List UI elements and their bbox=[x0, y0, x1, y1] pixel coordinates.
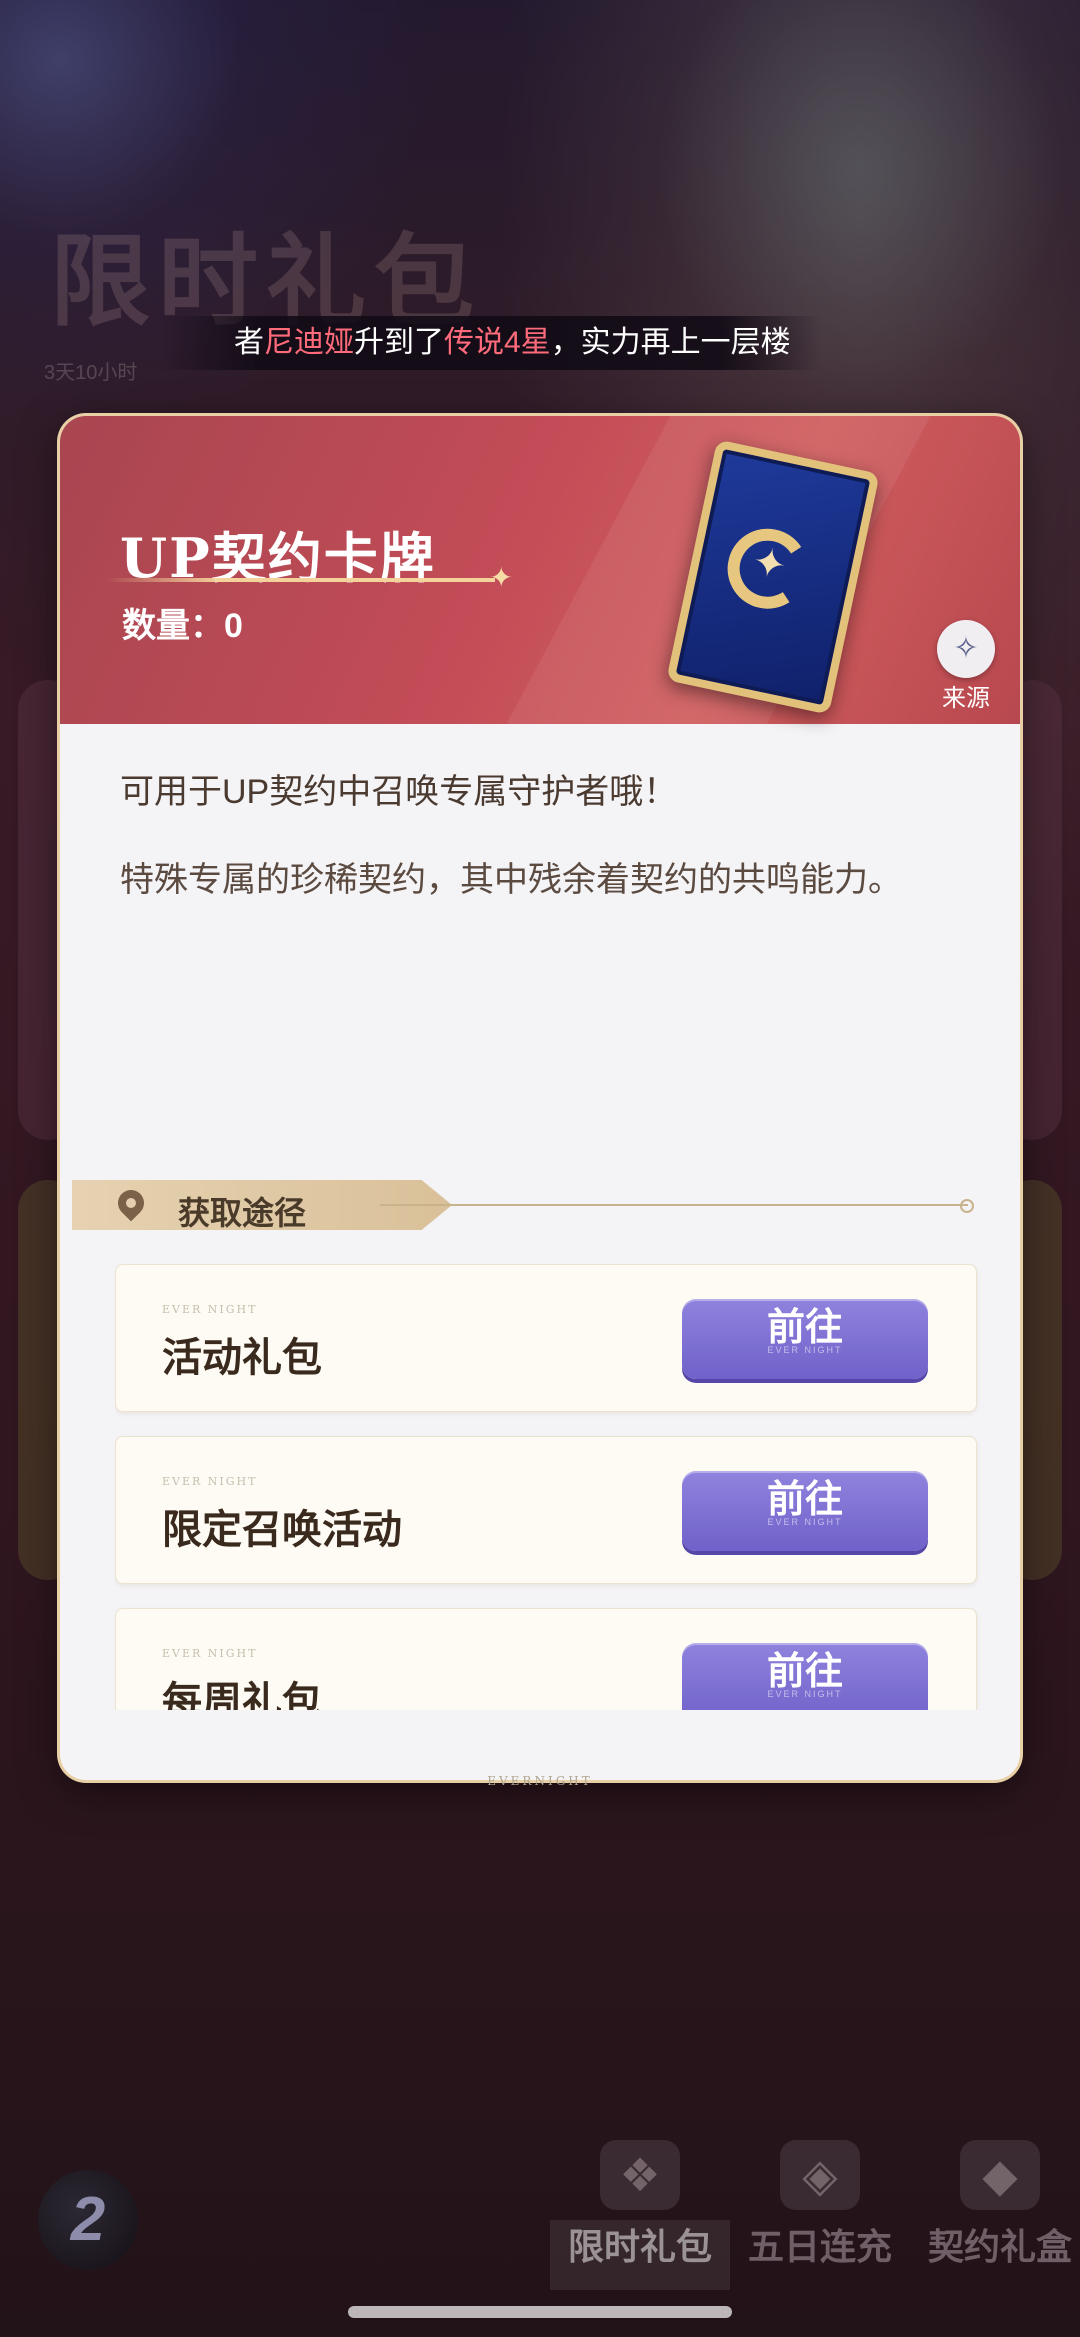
section-divider bbox=[380, 1199, 974, 1213]
row-watermark: EVER NIGHT bbox=[162, 1303, 258, 1316]
title-divider bbox=[105, 561, 513, 594]
acquire-item-label: 活动礼包 bbox=[162, 1334, 322, 1381]
item-count-label: 数量： bbox=[122, 607, 224, 645]
ticker-rank: 传说4星 bbox=[444, 326, 551, 359]
acquire-item-label: 每周礼包 bbox=[162, 1678, 322, 1710]
acquire-item-label: 限定召唤活动 bbox=[162, 1506, 402, 1553]
row-watermark: EVER NIGHT bbox=[162, 1647, 258, 1660]
item-detail-modal: UP契约卡牌 数量：0 ✦ ✧ 来源 可用于UP契约中召唤专属守护者哦！ 特殊专… bbox=[60, 416, 1020, 1780]
source-compass-icon: ✧ bbox=[937, 620, 995, 678]
go-button-watermark: EVER NIGHT bbox=[767, 1517, 843, 1527]
ticker-text: ，实力再上一层楼 bbox=[550, 326, 791, 359]
acquire-list[interactable]: EVER NIGHT 活动礼包 前往 EVER NIGHT EVER NIGHT… bbox=[115, 1264, 1005, 1710]
acquire-item-activity-gift: EVER NIGHT 活动礼包 前往 EVER NIGHT bbox=[115, 1264, 977, 1412]
announcement-ticker: 者尼迪娅升到了传说4星，实力再上一层楼 bbox=[160, 316, 820, 370]
home-indicator[interactable] bbox=[348, 2306, 732, 2318]
ticker-text: 者 bbox=[234, 326, 264, 359]
acquire-item-weekly-gift: EVER NIGHT 每周礼包 前往 EVER NIGHT bbox=[115, 1608, 977, 1710]
go-button[interactable]: 前往 EVER NIGHT bbox=[682, 1471, 928, 1551]
go-button[interactable]: 前往 EVER NIGHT bbox=[682, 1643, 928, 1710]
row-watermark: EVER NIGHT bbox=[162, 1475, 258, 1488]
acquire-item-limited-summon: EVER NIGHT 限定召唤活动 前往 EVER NIGHT bbox=[115, 1436, 977, 1584]
ticker-player-name: 尼迪娅 bbox=[264, 326, 354, 359]
go-button[interactable]: 前往 EVER NIGHT bbox=[682, 1299, 928, 1379]
item-count-value: 0 bbox=[224, 607, 243, 645]
item-flavor-text: 特殊专属的珍稀契约，其中残余着契约的共鸣能力。 bbox=[120, 861, 902, 899]
go-button-watermark: EVER NIGHT bbox=[767, 1345, 843, 1355]
source-button[interactable]: ✧ 来源 bbox=[932, 620, 1000, 713]
modal-footer-watermark: EVERNIGHT bbox=[487, 1774, 593, 1788]
go-button-watermark: EVER NIGHT bbox=[767, 1689, 843, 1699]
item-count: 数量：0 bbox=[122, 598, 243, 647]
item-description: 可用于UP契约中召唤专属守护者哦！ bbox=[120, 773, 678, 811]
acquire-section-title: 获取途径 bbox=[178, 1194, 307, 1232]
ticker-text: 升到了 bbox=[354, 326, 444, 359]
source-label: 来源 bbox=[942, 685, 990, 712]
